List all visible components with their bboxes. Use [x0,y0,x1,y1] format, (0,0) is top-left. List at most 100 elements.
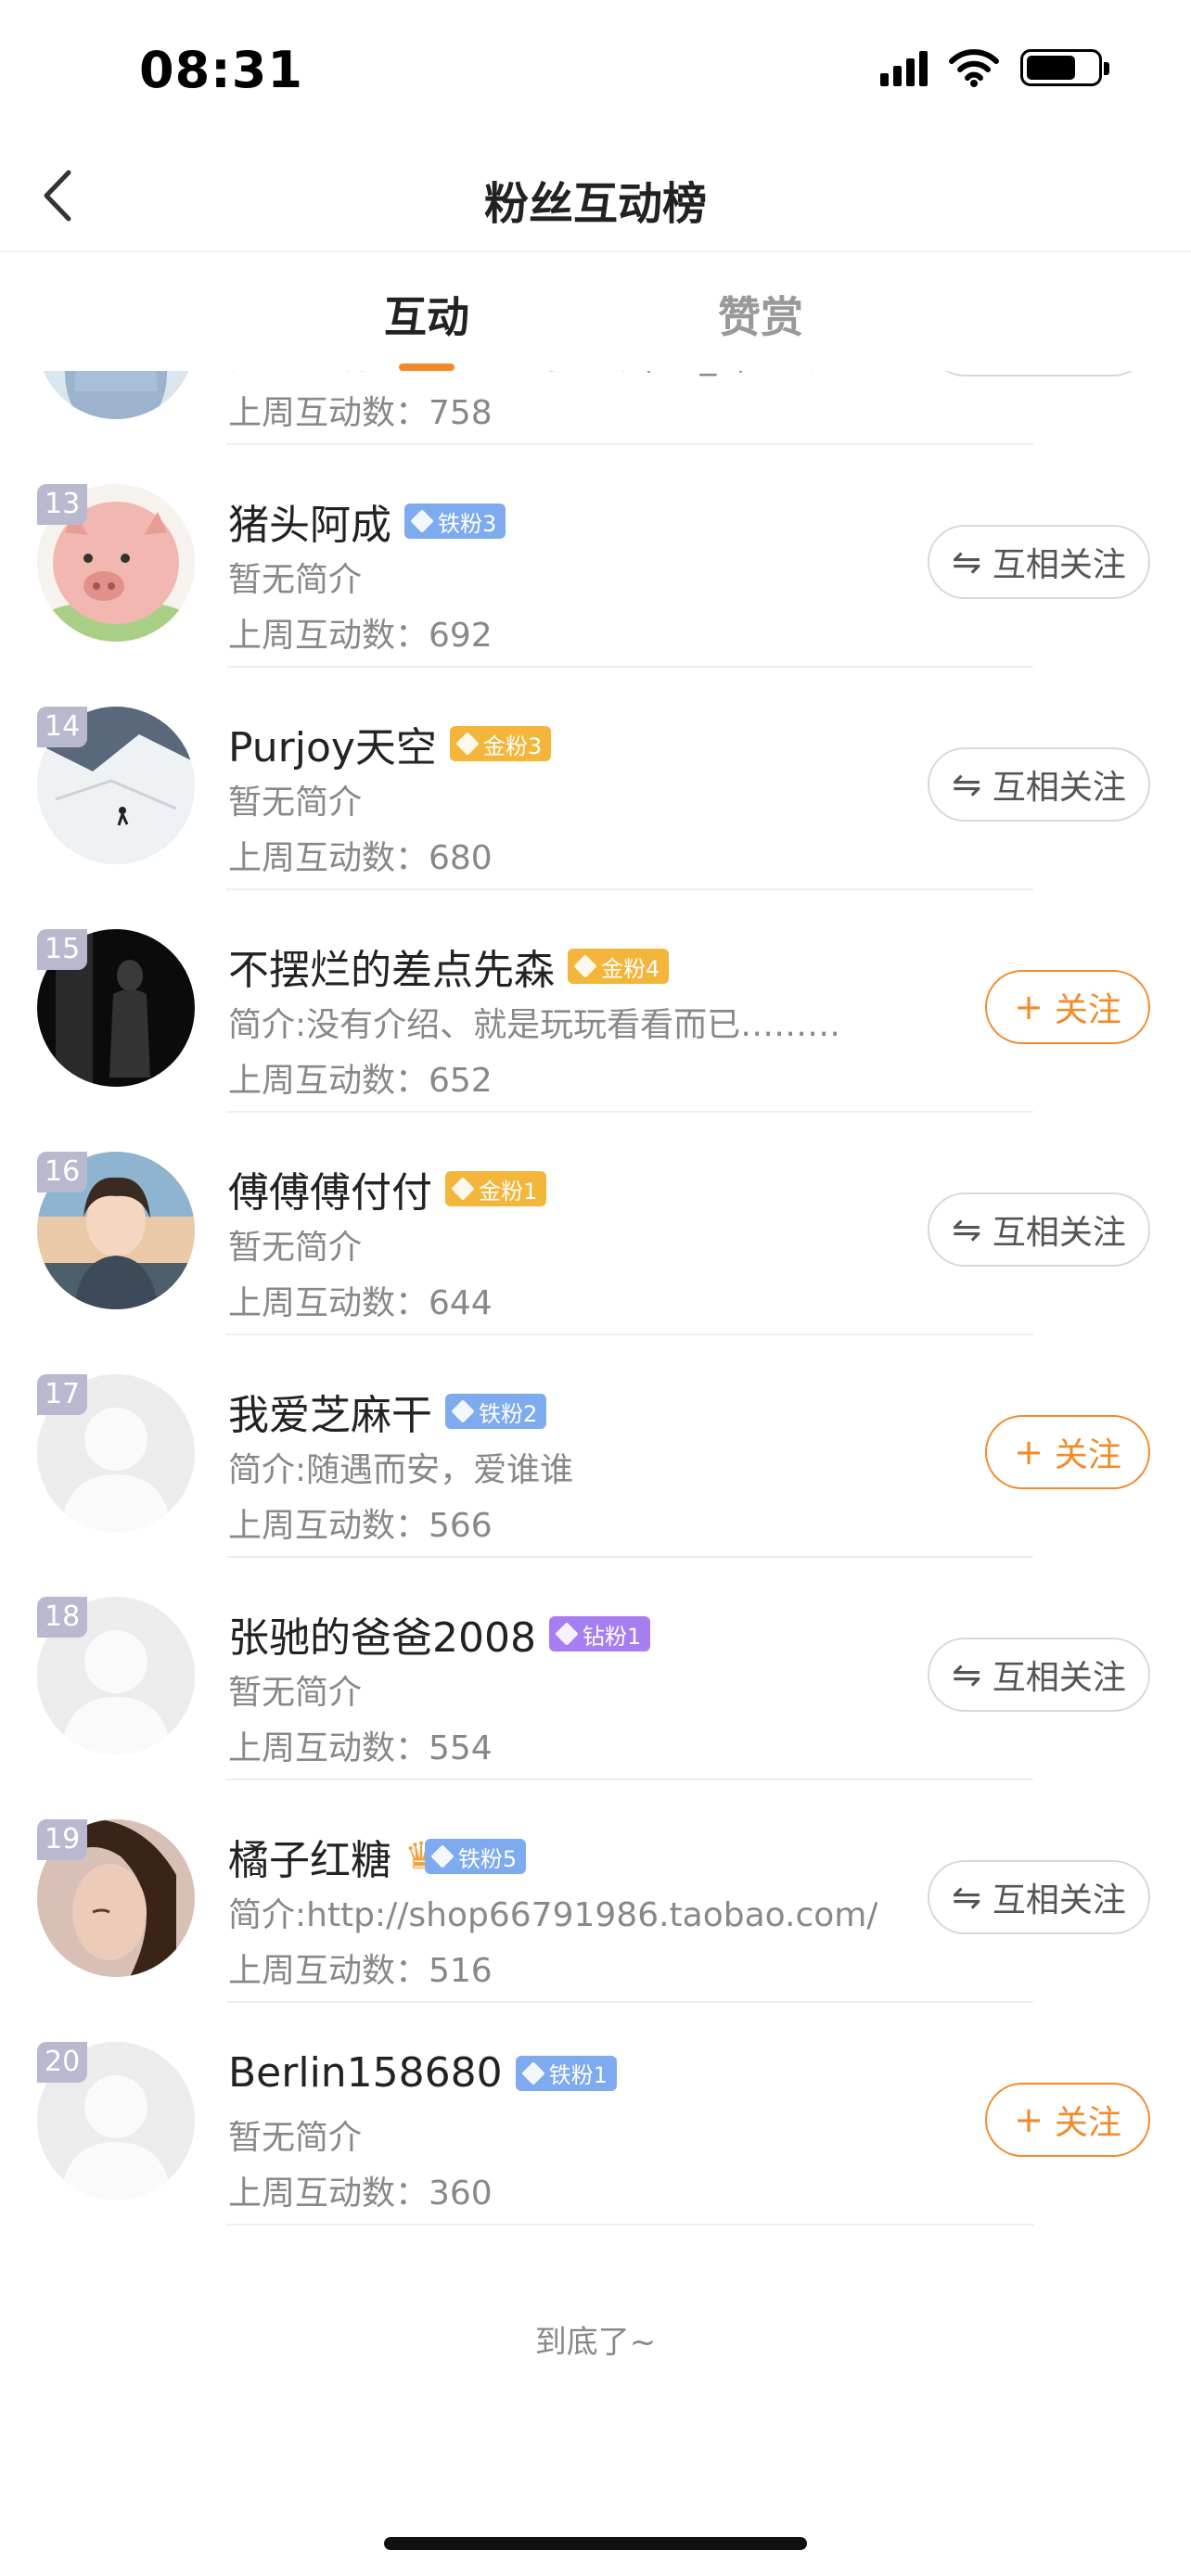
diamond-icon [573,954,597,978]
interaction-count: 上周互动数：360 [228,2174,493,2213]
list-item[interactable]: 18 张驰的爸爸2008 钻粉1 暂无简介上周互动数：554 ⇋ 互相关注 [0,1558,1191,1780]
fan-level-badge: 铁粉3 [404,504,506,539]
mutual-arrows-icon: ⇋ [952,1877,981,1918]
button-label: 互相关注 [992,1881,1126,1919]
tab-interaction[interactable]: 互动 [334,284,519,345]
fan-level-label: 铁粉2 [445,1394,547,1429]
list-item[interactable]: 14 Purjoy天空 金粉3 暂无简介 上周互动数：680 ⇋ 互相关注 [0,668,1191,890]
list-item[interactable]: 19 橘子红糖 ♛ 铁粉5 简介:http://shop66791986.taobao.… [0,1780,1191,2003]
fan-list[interactable]: 简介:一棵无人知道的小韭菜(ง •̀_•́)ง加油上周互动数：758⇋互相关注1… [0,371,1191,2263]
user-name[interactable]: Berlin158680 [228,2049,503,2097]
user-name[interactable]: Purjoy天空 [228,714,437,773]
name-line: 猪头阿成 铁粉3 [228,491,506,551]
mutual-follow-button[interactable]: ⇋ 互相关注 [928,1860,1150,1934]
interaction-count: 上周互动数：516 [228,1952,493,1990]
list-item[interactable]: 20 Berlin158680 铁粉1 暂无简介上周互动数：360 + 关注 [0,2003,1191,2225]
list-item[interactable]: 16 傅傅傅付付 金粉1 暂无简介 上周互动数：644 ⇋ 互相关注 [0,1113,1191,1335]
avatar[interactable] [37,371,195,419]
mutual-follow-button[interactable]: ⇋互相关注 [928,525,1150,599]
diamond-icon [430,1844,455,1868]
name-line: 张驰的爸爸2008 钻粉1 [228,1604,651,1664]
user-name[interactable]: 我爱芝麻干 [228,1382,432,1441]
diamond-icon [410,509,434,533]
rank-badge: 20 [37,2042,88,2083]
list-item[interactable]: 简介:一棵无人知道的小韭菜(ง •̀_•́)ง加油上周互动数：758 ⇋互相关注 [0,371,1191,445]
user-intro: 简介:一棵无人知道的小韭菜(ง •̀_•́)ง加油 [228,371,832,383]
user-name[interactable]: 橘子红糖 [228,1827,391,1886]
fan-level-text: 钻粉1 [582,1623,642,1650]
interaction-count: 上周互动数：758 [228,394,493,432]
fan-list-content: 简介:一棵无人知道的小韭菜(ง •̀_•́)ง加油上周互动数：758⇋互相关注1… [0,371,1191,2225]
tab-bar: 互动 赞赏 [0,254,1191,371]
mutual-follow-button[interactable]: ⇋ 互相关注 [928,1638,1150,1712]
list-item[interactable]: 17 我爱芝麻干 铁粉2 简介:随遇而安，爱谁谁 上周互动数：566 + 关注 [0,1335,1191,1558]
battery-icon [1020,49,1109,86]
fan-level-label: 钻粉1 [548,1616,651,1651]
home-indicator [384,2537,807,2550]
user-name[interactable]: 张驰的爸爸2008 [228,1604,536,1664]
user-intro: 简介:http://shop66791986.taobao.com/ [228,1896,877,1934]
user-intro: 暂无简介 [228,1229,363,1267]
interaction-count: 上周互动数：692 [228,617,493,655]
plus-icon: + [1014,2099,1044,2140]
user-intro: 暂无简介 [228,2119,363,2157]
name-line: Berlin158680 铁粉1 [228,2049,617,2097]
row-divider [226,2224,1033,2225]
rank-badge: 18 [37,1597,88,1638]
name-line: 不摆烂的差点先森 金粉4 [228,937,670,996]
user-intro: 简介:没有介绍、就是玩玩看看而已……… [228,1006,841,1044]
fan-level-badge: 金粉1 [445,1171,547,1206]
tab-reward[interactable]: 赞赏 [668,284,853,345]
rank-badge: 19 [37,1819,88,1860]
button-label: 互相关注 [992,1214,1126,1252]
user-name[interactable]: 傅傅傅付付 [228,1159,432,1218]
plus-icon: + [1014,1432,1044,1473]
plus-icon: + [1014,987,1044,1027]
fan-level-label: 金粉3 [449,726,552,761]
list-item[interactable]: 13 猪头阿成 铁粉3 暂无简介 上周互动数：692 ⇋ 互相关注 [0,445,1191,668]
fan-level-text: 铁粉1 [548,2062,608,2088]
mutual-follow-button[interactable]: ⇋ 互相关注 [928,1192,1150,1267]
status-bar: 08:31 [0,0,1191,139]
fan-level-label: 铁粉3 [404,504,506,539]
button-label: 关注 [1054,1436,1121,1474]
user-name[interactable]: 猪头阿成 [228,491,391,551]
fan-level-label: 铁粉1 [515,2055,617,2091]
fan-level-badge: 铁粉2 [445,1394,547,1429]
list-item[interactable]: 15 不摆烂的差点先森 金粉4 简介:没有介绍、就是玩玩看看而已……… 上周互动数：65… [0,890,1191,1113]
interaction-count: 上周互动数：652 [228,1062,493,1100]
interaction-count: 上周互动数：644 [228,1284,493,1322]
diamond-icon [455,732,480,756]
follow-button[interactable]: + 关注 [985,970,1150,1044]
name-line: 橘子红糖 ♛ 铁粉5 [228,1827,527,1886]
active-tab-indicator [399,363,455,371]
interaction-count: 上周互动数：566 [228,1507,493,1545]
status-icons [880,48,1109,87]
interaction-count: 上周互动数：554 [228,1729,493,1767]
fan-level-text: 铁粉3 [438,510,497,537]
mutual-arrows-icon: ⇋ [952,764,981,805]
fan-level-badge: 钻粉1 [548,1616,651,1651]
name-line: Purjoy天空 金粉3 [228,714,552,773]
name-line: 傅傅傅付付 金粉1 [228,1159,547,1218]
end-of-list-text: 到底了~ [534,2324,657,2361]
fan-level-label: 金粉4 [568,949,670,984]
status-time: 08:31 [139,41,303,99]
user-intro: 暂无简介 [228,1674,363,1712]
fan-level-text: 金粉3 [482,733,543,759]
mutual-arrows-icon: ⇋ [952,1654,981,1695]
follow-button[interactable]: + 关注 [985,1415,1150,1489]
fan-level-badge: 金粉4 [568,949,670,984]
fan-level-text: 铁粉5 [457,1845,518,1872]
button-label: 互相关注 [992,1659,1126,1697]
button-label: 互相关注 [992,546,1126,584]
mutual-arrows-icon: ⇋ [952,1209,981,1250]
interaction-count: 上周互动数：680 [228,839,493,877]
mutual-follow-button[interactable]: ⇋互相关注 [928,747,1150,822]
fan-level-text: 金粉1 [479,1178,538,1205]
user-name[interactable]: 不摆烂的差点先森 [228,937,555,996]
name-line: 我爱芝麻干 铁粉2 [228,1382,547,1441]
follow-button[interactable]: + 关注 [985,2083,1150,2157]
mutual-follow-button[interactable]: ⇋互相关注 [928,371,1150,376]
rank-badge: 13 [37,484,88,525]
